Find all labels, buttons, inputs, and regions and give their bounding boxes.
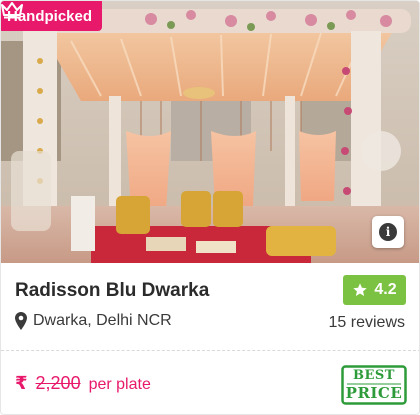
best-price-line2: PRICE — [345, 384, 403, 402]
venue-card[interactable]: Handpicked i Radisson Blu Dwarka 4.2 Dwa… — [0, 0, 420, 415]
location-text: Dwarka, Delhi NCR — [33, 312, 172, 329]
star-icon — [353, 283, 368, 296]
card-divider — [1, 350, 419, 351]
price-unit: per plate — [88, 376, 151, 393]
venue-name[interactable]: Radisson Blu Dwarka — [15, 280, 209, 302]
info-icon: i — [379, 223, 397, 241]
price-info: ₹ 2,200 per plate — [15, 373, 151, 394]
crown-icon — [1, 2, 23, 19]
price-amount: 2,200 — [35, 373, 81, 393]
rating-badge: 4.2 — [343, 275, 406, 305]
best-price-stamp: BEST PRICE — [341, 365, 407, 405]
handpicked-badge: Handpicked — [1, 1, 103, 31]
currency-symbol: ₹ — [15, 373, 28, 393]
mandap-photo-illustration — [1, 1, 419, 263]
info-button[interactable]: i — [372, 216, 404, 248]
reviews-link[interactable]: 15 reviews — [329, 314, 405, 332]
rating-value: 4.2 — [374, 281, 397, 298]
venue-photo[interactable]: Handpicked i — [1, 1, 419, 263]
venue-location: Dwarka, Delhi NCR — [15, 312, 172, 330]
best-price-line1: BEST — [353, 368, 395, 383]
location-pin-icon — [15, 312, 27, 330]
